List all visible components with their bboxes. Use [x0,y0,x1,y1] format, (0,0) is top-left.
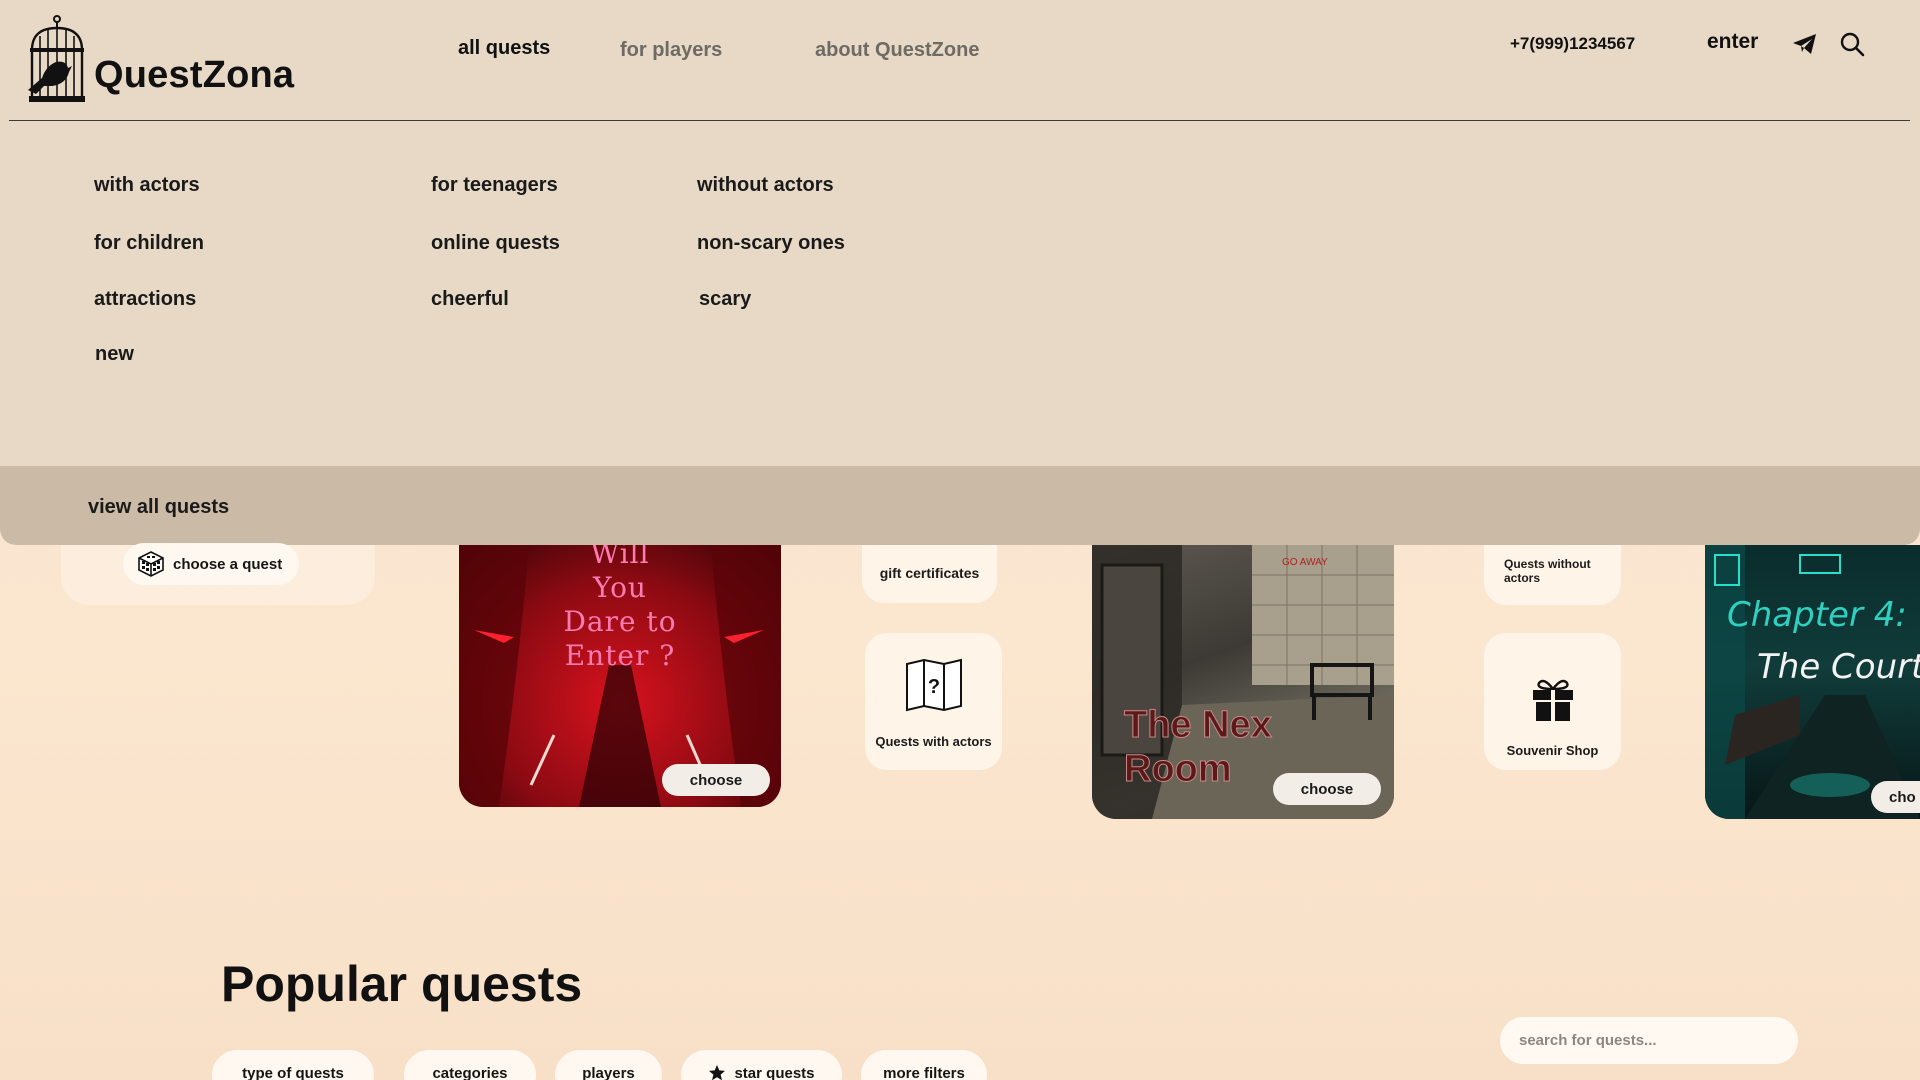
quests-without-actors-tile[interactable]: Quests without actors [1484,545,1621,605]
menu-online-quests[interactable]: online quests [431,232,560,255]
tile-label: Quests without actors [1504,557,1591,585]
menu-for-teenagers[interactable]: for teenagers [431,174,558,197]
filter-players[interactable]: players [555,1050,662,1080]
souvenir-shop-tile[interactable]: Souvenir Shop [1484,633,1621,770]
search-placeholder: search for quests... [1519,1032,1657,1049]
quest-search-input[interactable]: search for quests... [1500,1017,1798,1064]
filter-categories[interactable]: categories [404,1050,536,1080]
poster-title-line: Chapter 4: [1727,595,1907,635]
header-divider [9,120,1910,121]
brand-name: QuestZona [94,54,295,96]
svg-text:GO AWAY: GO AWAY [1282,557,1328,568]
gift-certificates-tile[interactable]: gift certificates [862,545,997,603]
filter-label: categories [432,1065,508,1080]
menu-for-children[interactable]: for children [94,232,204,255]
view-all-quests-link[interactable]: view all quests [88,496,229,519]
filter-label: type of quests [242,1065,344,1080]
menu-new[interactable]: new [95,343,134,366]
nav-for-players[interactable]: for players [620,39,722,62]
filter-more-filters[interactable]: more filters [861,1050,987,1080]
quest-poster-chapter-4[interactable]: Chapter 4: The Court cho [1705,545,1920,819]
quests-with-actors-tile[interactable]: ? Quests with actors [865,633,1002,770]
filter-label: players [582,1065,635,1080]
filter-star-quests[interactable]: star quests [681,1050,842,1080]
poster-title-line: The Nex [1124,704,1273,747]
tile-label: Souvenir Shop [1506,743,1599,758]
choose-quest-button[interactable]: choose a quest [123,543,299,585]
quest-poster-next-room[interactable]: GO AWAY The Nex Room choose [1092,545,1394,819]
quests-dropdown: with actors for children attractions new… [0,122,1920,466]
nav-about[interactable]: about QuestZone [815,39,979,62]
menu-attractions[interactable]: attractions [94,288,196,311]
section-title: Popular quests [221,956,583,1012]
site-header: QuestZona all quests for players about Q… [0,0,1920,122]
quest-poster-dare[interactable]: Will You Dare to Enter ? choose [459,545,781,807]
gift-icon [1533,679,1573,721]
choose-button[interactable]: cho [1871,781,1920,813]
menu-cheerful[interactable]: cheerful [431,288,509,311]
choose-button[interactable]: choose [1273,773,1381,805]
menu-scary[interactable]: scary [699,288,751,311]
star-icon [709,1065,726,1080]
poster-title-line: Will [590,545,650,570]
svg-text:?: ? [928,676,940,698]
choose-quest-label: choose a quest [173,555,283,573]
search-icon[interactable] [1838,30,1866,58]
menu-without-actors[interactable]: without actors [697,174,834,197]
poster-title-line: Room [1124,748,1233,791]
logo[interactable]: QuestZona [26,14,294,104]
poster-title-line: The Court [1757,647,1920,687]
tile-label: gift certificates [879,565,980,581]
poster-title-line: Dare to [563,605,677,638]
filter-label: more filters [883,1065,965,1080]
nav-all-quests[interactable]: all quests [458,37,550,60]
phone-link[interactable]: +7(999)1234567 [1510,34,1635,54]
birdcage-logo-icon [28,15,85,102]
menu-non-scary[interactable]: non-scary ones [697,232,845,255]
tile-label: Quests with actors [875,734,992,749]
dropdown-footer: view all quests [0,466,1920,545]
filter-label: star quests [734,1065,815,1080]
poster-title-line: Enter ? [564,639,676,672]
menu-with-actors[interactable]: with actors [94,174,200,197]
choose-button[interactable]: choose [662,764,770,796]
telegram-icon[interactable] [1791,30,1819,58]
filter-type-of-quests[interactable]: type of quests [212,1050,374,1080]
cube-icon [138,551,164,577]
poster-title-line: You [593,571,647,604]
enter-button[interactable]: enter [1707,30,1758,54]
map-question-icon: ? [906,658,962,712]
